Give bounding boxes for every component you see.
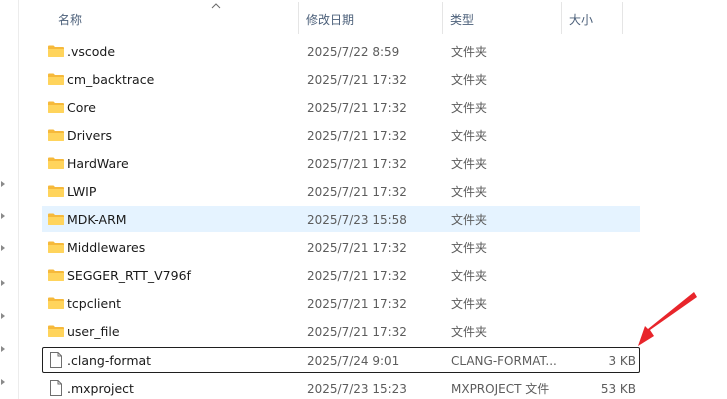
file-date: 2025/7/21 17:32	[307, 101, 407, 115]
file-explorer: 名称 修改日期 类型 大小 .vscode 2025/7/22 8:59 文件夹…	[0, 0, 727, 399]
file-size	[563, 183, 636, 201]
file-date: 2025/7/21 17:32	[307, 157, 407, 171]
annotation-arrow-icon	[638, 292, 697, 346]
file-type: 文件夹	[451, 269, 488, 283]
file-date: 2025/7/21 17:32	[307, 73, 407, 87]
list-item[interactable]: LWIP 2025/7/21 17:32 文件夹	[42, 178, 640, 204]
file-type: 文件夹	[451, 297, 488, 311]
folder-icon	[48, 325, 64, 337]
list-item[interactable]: .mxproject 2025/7/23 15:23 MXPROJECT 文件 …	[42, 375, 640, 399]
file-name: SEGGER_RTT_V796f	[67, 268, 191, 283]
column-header: 名称 修改日期 类型 大小	[42, 0, 727, 36]
file-name: .vscode	[67, 44, 116, 59]
file-name: Middlewares	[67, 240, 146, 255]
list-item[interactable]: Middlewares 2025/7/21 17:32 文件夹	[42, 234, 640, 260]
file-size: 53 KB	[600, 382, 636, 396]
file-date: 2025/7/22 8:59	[307, 45, 400, 59]
file-size	[563, 127, 636, 145]
file-size	[563, 99, 636, 117]
file-type: 文件夹	[451, 157, 488, 171]
file-type: 文件夹	[451, 101, 488, 115]
column-resize-handle[interactable]	[298, 2, 299, 34]
column-header-size[interactable]: 大小	[569, 12, 593, 28]
file-type: CLANG-FORMAT...	[451, 354, 557, 368]
file-type: 文件夹	[451, 241, 488, 255]
file-name: .clang-format	[67, 353, 152, 368]
file-name: Core	[67, 100, 96, 115]
sort-ascending-icon	[211, 3, 221, 9]
list-item[interactable]: user_file 2025/7/21 17:32 文件夹	[42, 318, 640, 344]
file-size	[563, 239, 636, 257]
file-date: 2025/7/21 17:32	[307, 325, 407, 339]
column-header-type[interactable]: 类型	[450, 12, 474, 28]
file-type: 文件夹	[451, 325, 488, 339]
column-header-date[interactable]: 修改日期	[306, 12, 354, 28]
file-name: user_file	[67, 324, 120, 339]
folder-icon	[48, 157, 64, 169]
list-item[interactable]: cm_backtrace 2025/7/21 17:32 文件夹	[42, 66, 640, 92]
folder-icon	[48, 101, 64, 113]
column-resize-handle[interactable]	[622, 2, 623, 34]
list-item[interactable]: HardWare 2025/7/21 17:32 文件夹	[42, 150, 640, 176]
column-header-name[interactable]: 名称	[58, 12, 82, 28]
file-name: tcpclient	[67, 296, 122, 311]
file-name: MDK-ARM	[67, 212, 127, 227]
file-name: HardWare	[67, 156, 129, 171]
file-name: .mxproject	[67, 381, 134, 396]
file-name: cm_backtrace	[67, 72, 155, 87]
file-date: 2025/7/21 17:32	[307, 185, 407, 199]
list-item[interactable]: SEGGER_RTT_V796f 2025/7/21 17:32 文件夹	[42, 262, 640, 288]
file-date: 2025/7/23 15:23	[307, 382, 407, 396]
column-resize-handle[interactable]	[561, 2, 562, 34]
expand-chevron-icon[interactable]	[1, 346, 5, 352]
expand-chevron-icon[interactable]	[1, 213, 5, 219]
column-resize-handle[interactable]	[442, 2, 443, 34]
file-date: 2025/7/21 17:32	[307, 269, 407, 283]
list-item[interactable]: Core 2025/7/21 17:32 文件夹	[42, 94, 640, 120]
expand-chevron-icon[interactable]	[1, 379, 5, 385]
file-icon	[50, 352, 62, 368]
file-size	[563, 71, 636, 89]
expand-chevron-icon[interactable]	[1, 181, 5, 187]
file-name: LWIP	[67, 184, 97, 199]
folder-icon	[48, 213, 64, 225]
file-size	[563, 155, 636, 173]
folder-icon	[48, 185, 64, 197]
list-item[interactable]: .vscode 2025/7/22 8:59 文件夹	[42, 38, 640, 64]
pane-divider[interactable]	[18, 0, 19, 399]
list-item[interactable]: MDK-ARM 2025/7/23 15:58 文件夹	[42, 206, 640, 232]
file-name: Drivers	[67, 128, 112, 143]
list-item[interactable]: .clang-format 2025/7/24 9:01 CLANG-FORMA…	[42, 347, 640, 373]
file-date: 2025/7/21 17:32	[307, 241, 407, 255]
file-date: 2025/7/21 17:32	[307, 129, 407, 143]
list-item[interactable]: tcpclient 2025/7/21 17:32 文件夹	[42, 290, 640, 316]
expand-chevron-icon[interactable]	[1, 313, 5, 319]
folder-icon	[48, 297, 64, 309]
folder-icon	[48, 73, 64, 85]
file-type: 文件夹	[451, 73, 488, 87]
file-size	[563, 43, 636, 61]
folder-icon	[48, 269, 64, 281]
expand-chevron-icon[interactable]	[1, 280, 5, 286]
file-type: 文件夹	[451, 45, 488, 59]
folder-icon	[48, 241, 64, 253]
navigation-pane[interactable]	[0, 0, 18, 399]
file-type: 文件夹	[451, 185, 488, 199]
folder-icon	[48, 129, 64, 141]
list-item[interactable]: Drivers 2025/7/21 17:32 文件夹	[42, 122, 640, 148]
file-type: 文件夹	[451, 129, 488, 143]
file-type: MXPROJECT 文件	[451, 382, 550, 396]
file-date: 2025/7/23 15:58	[307, 213, 407, 227]
file-icon	[50, 380, 62, 396]
folder-icon	[48, 45, 64, 57]
file-type: 文件夹	[451, 213, 488, 227]
file-date: 2025/7/21 17:32	[307, 297, 407, 311]
file-size	[563, 211, 636, 229]
file-date: 2025/7/24 9:01	[307, 354, 400, 368]
expand-chevron-icon[interactable]	[1, 245, 5, 251]
